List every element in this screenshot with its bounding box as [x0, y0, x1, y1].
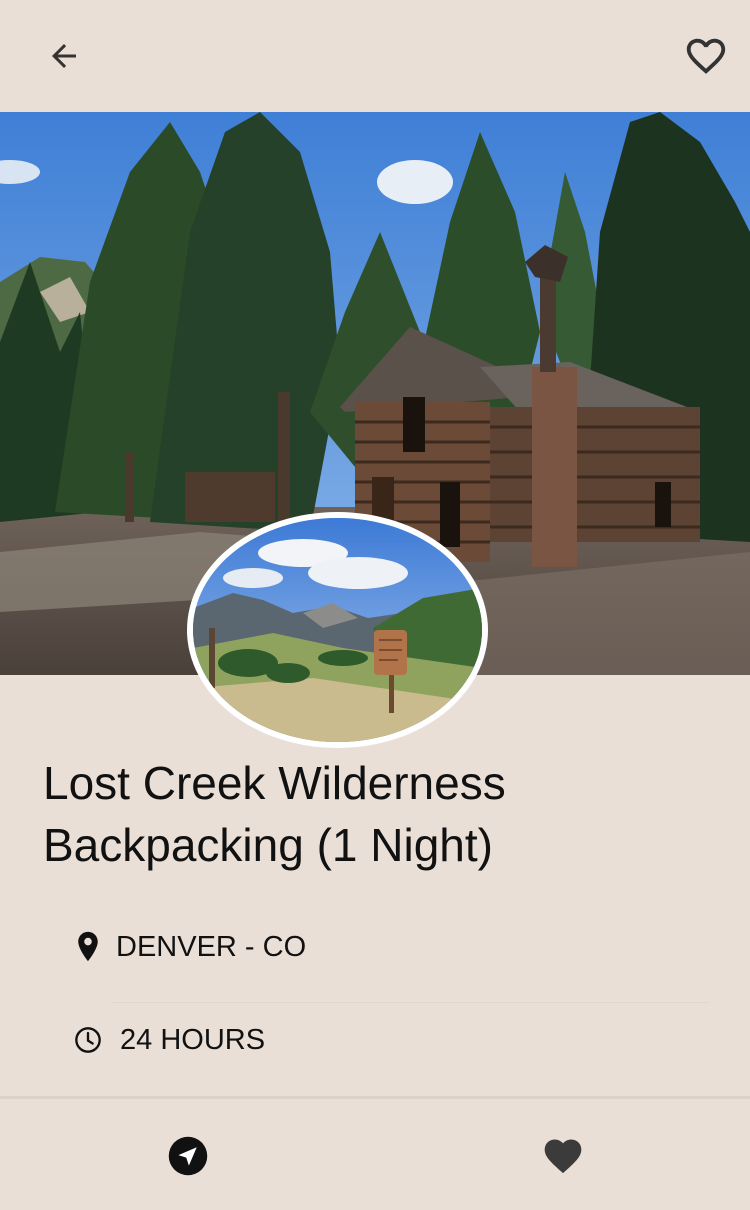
navigate-button[interactable] [165, 1133, 211, 1179]
location-row: DENVER - CO [74, 929, 306, 965]
clock-icon [74, 1022, 102, 1058]
back-button[interactable] [36, 28, 92, 84]
favorite-button[interactable] [678, 28, 734, 84]
top-app-bar [0, 0, 750, 112]
heart-filled-icon [544, 1139, 582, 1174]
trip-title: Lost Creek Wilderness Backpacking (1 Nig… [43, 757, 506, 871]
arrow-left-icon [52, 44, 76, 68]
bottom-navigation-bar [0, 1096, 750, 1210]
duration-text: 24 HOURS [120, 1023, 266, 1056]
trip-thumbnail-image [187, 512, 488, 748]
map-pin-icon [74, 929, 102, 965]
duration-row: 24 HOURS [74, 1022, 265, 1058]
saved-button[interactable] [540, 1133, 586, 1179]
heart-outline-icon [686, 38, 726, 74]
location-text: DENVER - CO [116, 930, 307, 963]
navigation-arrow-icon [168, 1136, 208, 1176]
info-divider [112, 1002, 710, 1003]
